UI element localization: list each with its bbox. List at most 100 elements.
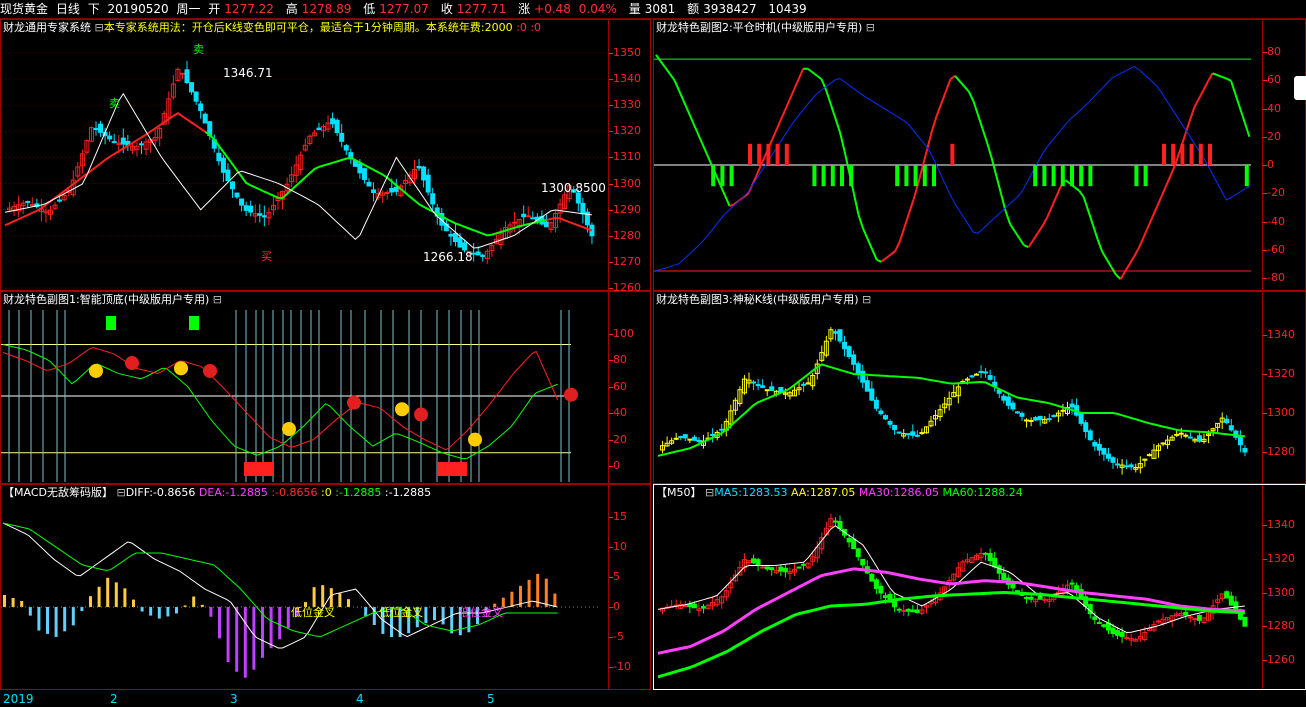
axis-tick: 1340	[613, 72, 641, 86]
signal-segment	[995, 175, 1002, 194]
bar-red	[748, 143, 752, 165]
candle-body	[1160, 442, 1166, 445]
candle-body	[682, 434, 688, 439]
candle-body	[801, 563, 807, 566]
macd-hist-bar	[278, 607, 282, 640]
signal-segment	[705, 153, 713, 165]
signal-segment	[908, 199, 915, 214]
macd-hist-bar	[106, 577, 110, 607]
axis-tick: 1260	[1267, 653, 1295, 666]
candle-body	[678, 436, 684, 439]
low-field: 低 1277.07	[363, 2, 429, 16]
candle-body	[846, 538, 852, 543]
peak-price-label: 1346.71	[223, 66, 273, 80]
candle-body	[257, 213, 263, 216]
sub1-panel[interactable]: 财龙特色副图1:智能顶底(中级版用户专用) ⊟ 100 80 60 40 20 0	[0, 291, 651, 484]
macd-panel[interactable]: 【MACD无敌筹码版】 ⊟DIFF:-0.8656 DEA:-1.2885 :-…	[0, 484, 651, 690]
signal-segment	[691, 121, 699, 133]
candle-body	[1096, 443, 1102, 451]
signal-segment	[1073, 186, 1080, 192]
main-chart-panel[interactable]: 财龙通用专家系统 ⊟本专家系统用法：开仓后K线变色即可平仓，最适合于1分钟周期。…	[0, 19, 651, 293]
bar-red	[784, 143, 789, 165]
candle-body	[1069, 582, 1075, 585]
candle-body	[837, 520, 843, 529]
instrument-name[interactable]: 现货黄金	[0, 2, 48, 16]
axis-tick: 1280	[1267, 445, 1295, 458]
candle-body	[216, 152, 222, 162]
macd-hist-bar	[338, 593, 342, 607]
signal-segment	[1225, 77, 1232, 82]
candle-body	[983, 371, 989, 374]
red-marker	[437, 462, 467, 476]
candle-body	[710, 433, 716, 436]
signal-segment	[876, 258, 882, 263]
candle-body	[1014, 411, 1020, 414]
sub2-panel[interactable]: 财龙特色副图2:平仓时机(中级版用户专用) ⊟ 80 60 40 20 0 -20 -40-…	[653, 19, 1306, 291]
axis-tick-mark	[609, 79, 613, 81]
candle-body	[755, 559, 761, 566]
signal-segment	[659, 60, 667, 69]
candle-body	[864, 380, 870, 392]
candle-body	[193, 91, 199, 102]
ma-panel[interactable]: 【M50】 ⊟MA5:1283.53 AA:1287.05 MA30:1286.…	[653, 484, 1306, 690]
signal-segment	[1212, 72, 1218, 76]
candle-body	[1069, 403, 1075, 408]
signal-segment	[1133, 247, 1140, 257]
time-tick: 4	[356, 692, 364, 706]
candle-body	[696, 439, 702, 443]
axis-tick: 1300	[1267, 406, 1295, 419]
signal-segment	[1138, 236, 1145, 249]
main-price-axis: 1350 1340 1330 1320 1310 1300 1290 1280 1270 1260	[608, 20, 651, 293]
ma-chart	[657, 513, 1248, 679]
sub3-panel[interactable]: 财龙特色副图3:神秘K线(中级版用户专用) ⊟ 1340 1320 1300 1280	[653, 291, 1306, 484]
smile-icon	[174, 361, 188, 376]
candle-body	[1224, 591, 1230, 599]
candle-body	[905, 433, 911, 436]
axis-tick-mark	[609, 183, 613, 185]
axis-tick: 10	[613, 540, 627, 553]
axis-tick: 1340	[1267, 328, 1295, 341]
signal-segment	[935, 103, 943, 117]
candle-body	[842, 341, 848, 350]
signal-segment	[1128, 255, 1136, 265]
quote-bar: 现货黄金 日线 下 20190520 周一 开 1277.22 高 1278.89 …	[0, 0, 1306, 19]
axis-tick-mark	[609, 667, 613, 668]
signal-segment	[1161, 184, 1168, 196]
axis-tick: 1310	[613, 150, 641, 164]
candle-body	[1010, 402, 1016, 410]
bar-green	[1070, 165, 1074, 187]
ma-line-green	[204, 130, 547, 237]
macd-hist-bar	[166, 607, 170, 617]
axis-tick: 60	[1267, 73, 1281, 87]
candle-body	[1001, 572, 1007, 581]
candle-body	[914, 434, 920, 437]
axis-tick: 20	[1267, 129, 1281, 143]
signal-segment	[1216, 74, 1223, 78]
sub1-axis: 100 80 60 40 20 0	[608, 292, 651, 483]
candle-body	[896, 431, 902, 434]
axis-tick: 1290	[613, 202, 641, 216]
bar-green	[729, 165, 734, 187]
axis-tick: -5	[613, 630, 624, 643]
smile-icon	[395, 402, 409, 417]
axis-tick-mark	[609, 261, 613, 263]
candle-body	[425, 174, 431, 193]
candle-body	[234, 192, 240, 198]
axis-tick-mark	[1263, 136, 1267, 138]
candle-body	[1228, 595, 1234, 606]
candle-body	[1187, 436, 1193, 439]
golden-cross-3: 低位金叉	[459, 606, 503, 619]
signal-segment	[1041, 217, 1048, 227]
candle-body	[512, 221, 518, 224]
side-handle[interactable]	[1294, 76, 1306, 100]
signal-segment	[655, 54, 662, 62]
candle-body	[430, 193, 436, 205]
signal-segment	[898, 227, 906, 242]
period-label[interactable]: 日线	[56, 2, 80, 16]
bar-green	[1033, 165, 1038, 187]
signal-segment	[967, 91, 975, 102]
candle-body	[1183, 434, 1189, 437]
sub2-chart	[654, 54, 1251, 280]
macd-hist-bar	[149, 607, 153, 616]
bar-green	[895, 165, 900, 187]
